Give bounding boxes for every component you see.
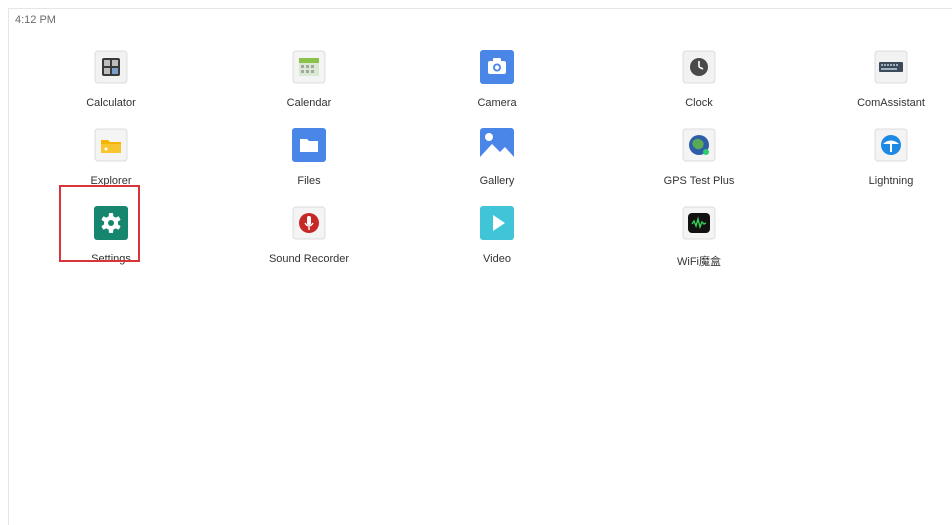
app-files[interactable]: Files bbox=[249, 123, 369, 189]
app-label: Calculator bbox=[86, 97, 136, 109]
app-label: Clock bbox=[685, 97, 713, 109]
app-label: Camera bbox=[477, 97, 517, 109]
home-screen: 4:12 PM Calculator Calendar Camera Clock… bbox=[8, 8, 952, 525]
app-sound-recorder[interactable]: Sound Recorder bbox=[249, 201, 369, 267]
camera-icon bbox=[479, 49, 515, 85]
app-label: GPS Test Plus bbox=[663, 175, 735, 187]
app-label: WiFi魔盒 bbox=[677, 256, 721, 268]
app-label: Explorer bbox=[90, 175, 132, 187]
files-folder-icon bbox=[291, 127, 327, 163]
gps-globe-icon bbox=[681, 127, 717, 163]
wifi-box-icon bbox=[681, 205, 717, 241]
app-label: Calendar bbox=[286, 97, 332, 109]
gear-icon bbox=[93, 205, 129, 241]
microphone-icon bbox=[291, 205, 327, 241]
app-label: Settings bbox=[91, 253, 131, 265]
app-label: Lightning bbox=[868, 175, 914, 187]
explorer-folder-icon bbox=[93, 127, 129, 163]
app-label: Files bbox=[297, 175, 321, 187]
app-calendar[interactable]: Calendar bbox=[249, 45, 369, 111]
app-label: Video bbox=[483, 253, 511, 265]
app-label: Sound Recorder bbox=[268, 253, 350, 265]
comassistant-icon bbox=[873, 49, 909, 85]
app-label: ComAssistant bbox=[857, 97, 925, 109]
app-label: Gallery bbox=[479, 175, 515, 187]
app-wifi-box[interactable]: WiFi魔盒 bbox=[639, 201, 759, 268]
app-lightning[interactable]: Lightning bbox=[831, 123, 951, 189]
status-time: 4:12 PM bbox=[15, 14, 56, 26]
app-gallery[interactable]: Gallery bbox=[437, 123, 557, 189]
app-comassistant[interactable]: ComAssistant bbox=[831, 45, 951, 111]
app-explorer[interactable]: Explorer bbox=[51, 123, 171, 189]
gallery-image-icon bbox=[479, 127, 515, 163]
app-gps-test-plus[interactable]: GPS Test Plus bbox=[639, 123, 759, 189]
clock-icon bbox=[681, 49, 717, 85]
calculator-icon bbox=[93, 49, 129, 85]
lightning-icon bbox=[873, 127, 909, 163]
calendar-icon bbox=[291, 49, 327, 85]
app-settings[interactable]: Settings bbox=[51, 201, 171, 267]
app-clock[interactable]: Clock bbox=[639, 45, 759, 111]
app-calculator[interactable]: Calculator bbox=[51, 45, 171, 111]
app-camera[interactable]: Camera bbox=[437, 45, 557, 111]
play-icon bbox=[479, 205, 515, 241]
app-video[interactable]: Video bbox=[437, 201, 557, 267]
